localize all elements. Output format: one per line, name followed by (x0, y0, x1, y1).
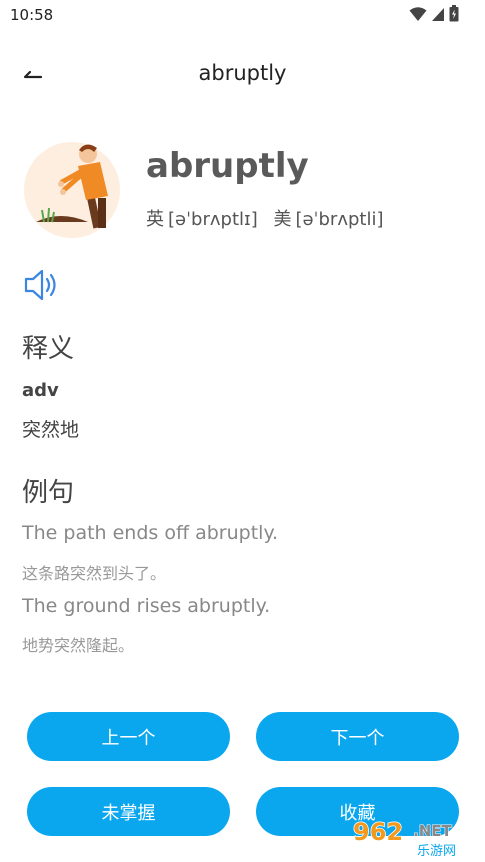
previous-button[interactable]: 上一个 (27, 712, 230, 761)
word-illustration (22, 138, 126, 242)
battery-icon (449, 5, 459, 22)
wifi-icon (409, 6, 427, 21)
phonetics: 英 [əˈbrʌptlɪ] 美 [əˈbrʌptli] (146, 205, 393, 231)
example-sentence-en: The path ends off abruptly. (22, 522, 279, 544)
uk-phonetic: 英 [əˈbrʌptlɪ] (146, 209, 258, 230)
app-bar: abruptly (0, 50, 485, 100)
uk-phonetic-text: [əˈbrʌptlɪ] (168, 209, 258, 230)
status-time: 10:58 (10, 6, 54, 24)
svg-text:乐游网: 乐游网 (417, 844, 456, 858)
headword: abruptly (146, 146, 309, 186)
us-phonetic-text: [əˈbrʌptli] (295, 209, 384, 230)
pronunciation-speaker-button[interactable] (22, 266, 62, 304)
page-title: abruptly (198, 61, 287, 85)
svg-text:.NET: .NET (413, 822, 452, 840)
examples-section-title: 例句 (22, 478, 75, 508)
speaker-icon (24, 269, 56, 301)
next-button[interactable]: 下一个 (256, 712, 459, 761)
example-sentence-zh: 地势突然隆起。 (22, 636, 135, 655)
watermark-logo: 962 .NET 乐游网 (349, 814, 481, 859)
us-label: 美 (273, 209, 292, 230)
us-phonetic: 美 [əˈbrʌptli] (273, 209, 383, 230)
example-sentence-zh: 这条路突然到头了。 (22, 564, 167, 583)
svg-text:962: 962 (353, 818, 403, 846)
signal-icon (432, 7, 444, 21)
definition-text: 突然地 (22, 419, 80, 441)
status-icons (409, 5, 459, 22)
part-of-speech: adv (22, 380, 59, 401)
uk-label: 英 (146, 209, 164, 230)
example-sentence-en: The ground rises abruptly. (22, 595, 271, 617)
status-bar: 10:58 (0, 0, 485, 30)
definition-section-title: 释义 (22, 334, 75, 364)
not-mastered-button[interactable]: 未掌握 (27, 787, 230, 836)
